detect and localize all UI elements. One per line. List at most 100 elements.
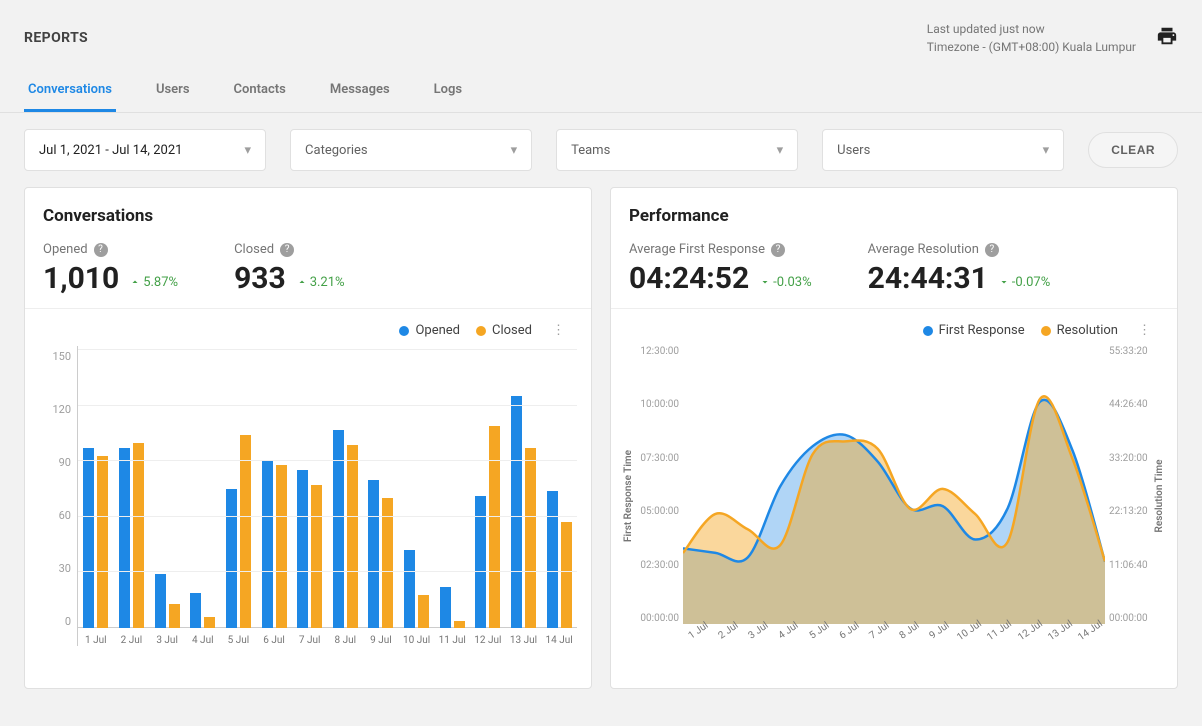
area-resolution [683, 396, 1105, 624]
tab-logs[interactable]: Logs [430, 70, 466, 112]
bar-group [78, 448, 114, 628]
tab-messages[interactable]: Messages [326, 70, 394, 112]
x-tick: 11 Jul [434, 635, 470, 646]
print-icon[interactable] [1156, 25, 1178, 51]
closed-label: Closed [234, 242, 274, 257]
teams-select[interactable]: Teams ▾ [556, 129, 798, 171]
dot-icon [399, 326, 409, 336]
page-title: REPORTS [24, 30, 88, 46]
x-tick: 9 Jul [363, 635, 399, 646]
first-response-label: Average First Response [629, 242, 765, 257]
help-icon[interactable]: ? [985, 243, 999, 257]
help-icon[interactable]: ? [94, 243, 108, 257]
users-select[interactable]: Users ▾ [822, 129, 1064, 171]
arrow-up-icon [296, 276, 308, 288]
users-placeholder: Users [837, 143, 870, 158]
bar-closed [169, 604, 180, 628]
bar-group [470, 426, 506, 628]
bar-y-axis: 1501209060300 [39, 346, 77, 646]
area-x-axis: 1 Jul2 Jul3 Jul4 Jul5 Jul6 Jul7 Jul8 Jul… [683, 633, 1105, 646]
bar-group [256, 461, 292, 628]
bar-group [399, 550, 435, 628]
bar-group [506, 396, 542, 628]
opened-value: 1,010 [43, 261, 119, 296]
bar-closed [133, 443, 144, 628]
bar-opened [511, 396, 522, 628]
x-tick: 13 Jul [506, 635, 542, 646]
bar-opened [155, 574, 166, 628]
bar-opened [297, 470, 308, 628]
metric-closed: Closed ? 933 3.21% [234, 242, 344, 296]
area-plot [683, 346, 1105, 624]
bar-group [221, 435, 257, 628]
bar-closed [276, 465, 287, 628]
closed-delta: 3.21% [296, 275, 345, 290]
bar-opened [83, 448, 94, 628]
legend-opened: Opened [399, 323, 460, 338]
x-tick: 5 Jul [221, 635, 257, 646]
last-updated-text: Last updated just now [927, 20, 1136, 38]
metric-first-response: Average First Response ? 04:24:52 -0.03% [629, 242, 812, 296]
bar-opened [190, 593, 201, 628]
bar-closed [525, 448, 536, 628]
categories-select[interactable]: Categories ▾ [290, 129, 532, 171]
bar-opened [262, 461, 273, 628]
bar-opened [119, 448, 130, 628]
arrow-down-icon [998, 276, 1010, 288]
bar-group [185, 593, 221, 628]
area-y1-axis: 12:30:0010:00:0007:30:0005:00:0002:30:00… [625, 346, 683, 624]
clear-button[interactable]: CLEAR [1088, 132, 1178, 168]
report-tabs: Conversations Users Contacts Messages Logs [0, 70, 1202, 113]
help-icon[interactable]: ? [280, 243, 294, 257]
conversations-card: Conversations Opened ? 1,010 5.87% Close [24, 187, 592, 689]
dot-icon [923, 326, 933, 336]
legend-resolution: Resolution [1041, 323, 1118, 338]
bar-group [434, 587, 470, 628]
x-tick: 7 Jul [292, 635, 328, 646]
help-icon[interactable]: ? [771, 243, 785, 257]
bar-closed [561, 522, 572, 628]
bar-group [541, 491, 577, 628]
y2-axis-label: Resolution Time [1154, 460, 1165, 533]
x-tick: 10 Jul [399, 635, 435, 646]
x-tick: 8 Jul [327, 635, 363, 646]
bar-opened [440, 587, 451, 628]
tab-users[interactable]: Users [152, 70, 194, 112]
x-tick: 4 Jul [185, 635, 221, 646]
opened-label: Opened [43, 242, 88, 257]
status-block: Last updated just now Timezone - (GMT+08… [927, 20, 1136, 56]
metric-resolution: Average Resolution ? 24:44:31 -0.07% [868, 242, 1051, 296]
tab-contacts[interactable]: Contacts [230, 70, 290, 112]
bar-group [292, 470, 328, 628]
metric-opened: Opened ? 1,010 5.87% [43, 242, 178, 296]
bar-plot: 1 Jul2 Jul3 Jul4 Jul5 Jul6 Jul7 Jul8 Jul… [77, 346, 577, 646]
bar-group [149, 574, 185, 628]
performance-card: Performance Average First Response ? 04:… [610, 187, 1178, 689]
bar-closed [97, 456, 108, 628]
bar-opened [368, 480, 379, 628]
chart-menu-icon[interactable]: ⋮ [1134, 323, 1155, 338]
legend-closed: Closed [476, 323, 532, 338]
bar-group [363, 480, 399, 628]
bar-opened [404, 550, 415, 628]
dot-icon [1041, 326, 1051, 336]
bar-closed [347, 445, 358, 628]
resolution-delta: -0.07% [998, 275, 1050, 290]
bar-closed [454, 621, 465, 628]
categories-placeholder: Categories [305, 143, 368, 158]
arrow-down-icon [759, 276, 771, 288]
bar-closed [418, 595, 429, 628]
date-range-select[interactable]: Jul 1, 2021 - Jul 14, 2021 ▾ [24, 129, 266, 171]
chart-menu-icon[interactable]: ⋮ [548, 323, 569, 338]
timezone-text: Timezone - (GMT+08:00) Kuala Lumpur [927, 38, 1136, 56]
bar-closed [240, 435, 251, 628]
bar-closed [489, 426, 500, 628]
x-tick: 2 Jul [114, 635, 150, 646]
resolution-label: Average Resolution [868, 242, 979, 257]
x-tick: 3 Jul [149, 635, 185, 646]
chevron-down-icon: ▾ [511, 143, 518, 158]
x-tick: 12 Jul [470, 635, 506, 646]
tab-conversations[interactable]: Conversations [24, 70, 116, 112]
opened-delta: 5.87% [129, 275, 178, 290]
arrow-up-icon [129, 276, 141, 288]
